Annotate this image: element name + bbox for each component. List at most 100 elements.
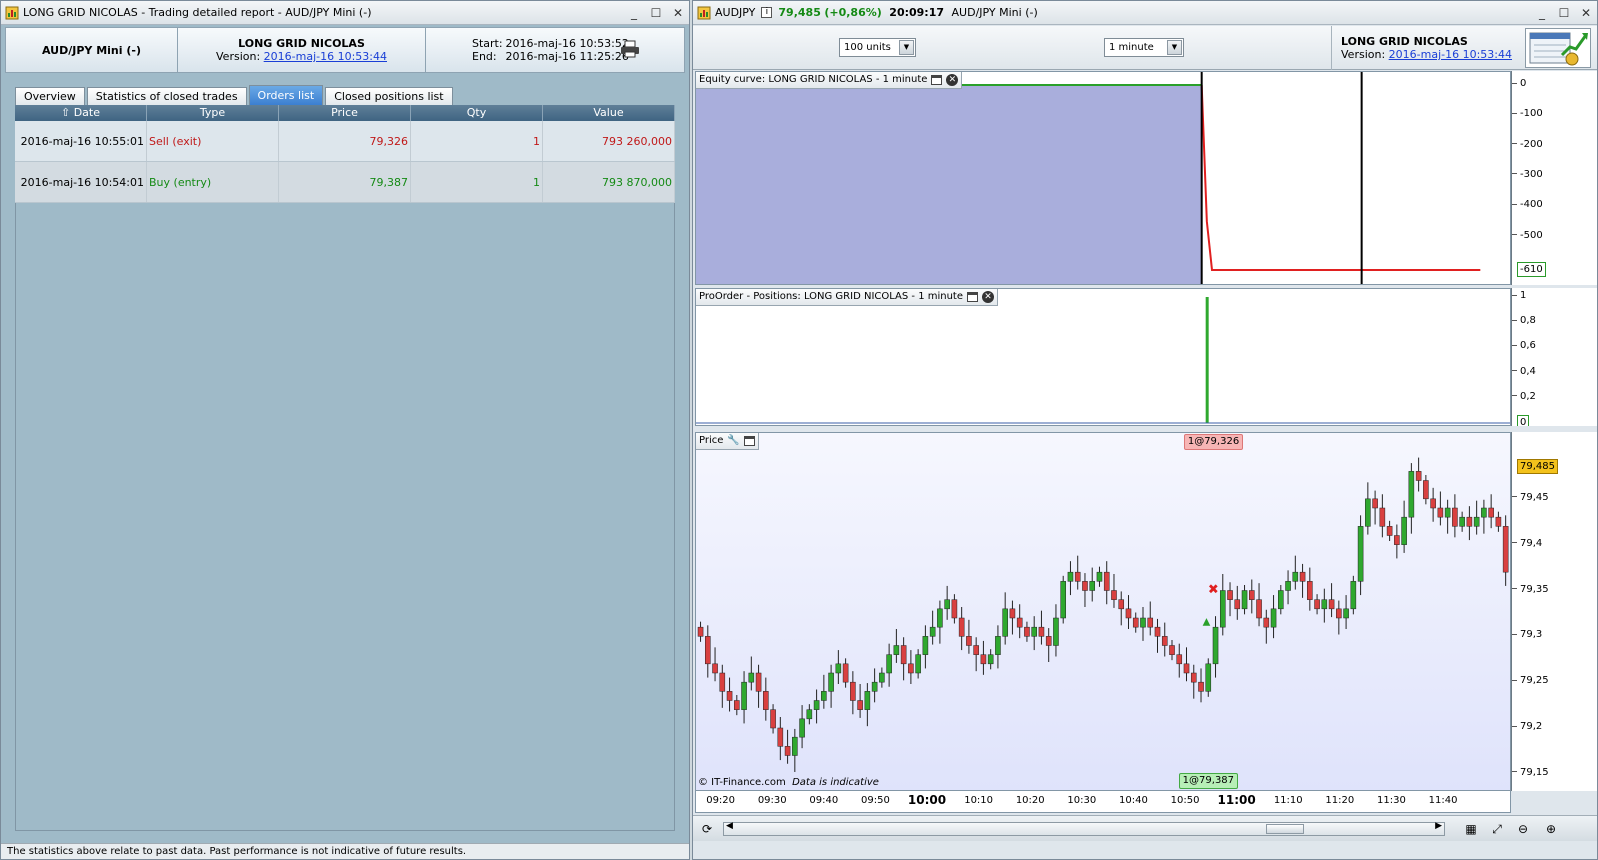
equity-y-tick: -500 (1512, 230, 1543, 241)
scroll-right-icon[interactable]: ▶ (1435, 821, 1442, 831)
tab-statistics-closed-trades[interactable]: Statistics of closed trades (86, 87, 247, 105)
col-price[interactable]: Price (279, 105, 411, 121)
candle (937, 608, 943, 628)
close-icon[interactable]: ✕ (671, 6, 685, 20)
print-icon[interactable] (620, 40, 640, 61)
table-row[interactable]: 2016-maj-16 10:55:01 Sell (exit) 79,326 … (15, 121, 675, 162)
chevron-down-icon: ▼ (1167, 40, 1182, 55)
candle (734, 700, 740, 710)
trading-system-icon[interactable] (1525, 28, 1591, 68)
period-cell: Start: 2016-maj-16 10:53:52 End: 2016-ma… (426, 28, 684, 72)
tab-closed-positions-list[interactable]: Closed positions list (325, 87, 453, 105)
candle (1285, 581, 1291, 591)
candle (922, 636, 929, 655)
wrench-icon[interactable]: 🔧 (727, 433, 739, 449)
candle (879, 672, 885, 683)
candle (1502, 526, 1509, 573)
candle (944, 599, 950, 610)
zoom-out-icon[interactable]: ⊖ (1515, 821, 1531, 837)
orders-table: ⇧ Date Type Price Qty Value 2016-maj-16 … (15, 105, 675, 203)
candle (828, 672, 834, 692)
maximize-icon[interactable]: ☐ (649, 6, 663, 20)
price-chart-title: Price (699, 435, 724, 446)
candle (755, 672, 762, 692)
chart-version-link[interactable]: 2016-maj-16 10:53:44 (1389, 48, 1512, 61)
candle (1132, 617, 1139, 628)
positions-y-axis: 1 0,8 0,6 0,4 0,2 0 (1511, 288, 1597, 426)
candle (908, 663, 914, 674)
candle (1415, 471, 1422, 481)
scroll-thumb[interactable] (1266, 824, 1304, 834)
candle (1045, 636, 1052, 646)
chart-settings-icon[interactable]: ▦ (1463, 821, 1479, 837)
candle (1016, 617, 1023, 628)
price-pane[interactable]: Price 🔧 ✖ ▲ © IT-Finance.com Data is indi… (695, 432, 1511, 791)
buy-marker-icon: ▲ (1203, 616, 1211, 627)
positions-pane[interactable]: ProOrder - Positions: LONG GRID NICOLAS … (695, 288, 1511, 426)
time-tick: 11:00 (1217, 793, 1256, 807)
equity-y-tick: -400 (1512, 199, 1543, 210)
candle (1212, 626, 1219, 665)
candle (1125, 608, 1132, 619)
scroll-track[interactable]: ◀ ▶ (723, 821, 1445, 836)
positions-chart-title: ProOrder - Positions: LONG GRID NICOLAS … (699, 291, 964, 302)
equity-y-tick: -200 (1512, 139, 1543, 150)
end-label: End: (472, 50, 497, 63)
candle (1227, 590, 1233, 600)
version-link[interactable]: 2016-maj-16 10:53:44 (264, 50, 387, 63)
candle (1466, 516, 1473, 527)
time-x-axis: 09:20 09:30 09:40 09:50 10:00 10:10 10:20 10:30… (695, 791, 1511, 813)
info-icon[interactable]: i (761, 7, 773, 18)
candle (1154, 626, 1161, 637)
time-tick: 10:30 (1067, 795, 1097, 806)
copyright-note: © IT-Finance.com Data is indicative (698, 777, 879, 788)
equity-chart-svg (696, 72, 1481, 284)
maximize-icon[interactable]: ☐ (1557, 6, 1571, 20)
cell-price: 79,326 (279, 121, 411, 161)
candle (1024, 626, 1030, 637)
chart-titlebar[interactable]: AUDJPY i 79,485 (+0,86%) 20:09:17 AUD/JP… (693, 1, 1597, 25)
candle (1241, 590, 1248, 610)
time-tick: 10:50 (1170, 795, 1200, 806)
candle (712, 663, 718, 674)
col-qty[interactable]: Qty (411, 105, 543, 121)
table-row[interactable]: 2016-maj-16 10:54:01 Buy (entry) 79,387 … (15, 162, 675, 203)
window-icon[interactable] (967, 292, 979, 302)
zoom-in-icon[interactable]: ⊕ (1543, 821, 1559, 837)
chart-system-name: LONG GRID NICOLAS (1341, 35, 1468, 48)
close-icon[interactable]: ✕ (982, 291, 995, 303)
col-date[interactable]: ⇧ Date (15, 105, 147, 121)
zoom-fit-icon[interactable]: ⤢ (1489, 821, 1505, 837)
time-tick: 09:20 (706, 795, 736, 806)
equity-y-tick: -100 (1512, 108, 1543, 119)
candle (1299, 571, 1306, 582)
orders-table-header: ⇧ Date Type Price Qty Value (15, 105, 675, 121)
instrument-cell: AUD/JPY Mini (-) (6, 28, 178, 72)
time-tick: 11:40 (1428, 795, 1458, 806)
system-cell: LONG GRID NICOLAS Version: 2016-maj-16 1… (178, 28, 426, 72)
timeframe-select[interactable]: 1 minute ▼ (1104, 38, 1184, 57)
equity-pane[interactable]: Equity curve: LONG GRID NICOLAS - 1 minu… (695, 71, 1511, 285)
tab-orders-list[interactable]: Orders list (248, 85, 324, 105)
candle (1473, 516, 1480, 527)
candle (813, 700, 820, 710)
col-type[interactable]: Type (147, 105, 279, 121)
candle (951, 599, 958, 619)
positions-y-tick: 0,8 (1512, 315, 1536, 326)
candle (1430, 498, 1436, 509)
minimize-icon[interactable]: _ (1535, 6, 1549, 20)
refresh-icon[interactable]: ⟳ (699, 821, 715, 837)
report-titlebar[interactable]: LONG GRID NICOLAS - Trading detailed rep… (1, 1, 689, 25)
col-value[interactable]: Value (543, 105, 675, 121)
scroll-left-icon[interactable]: ◀ (726, 821, 733, 831)
tab-overview[interactable]: Overview (15, 87, 85, 105)
close-icon[interactable]: ✕ (946, 74, 959, 86)
candle (1234, 599, 1241, 610)
candle (763, 691, 769, 710)
minimize-icon[interactable]: _ (627, 6, 641, 20)
window-icon[interactable] (931, 75, 943, 85)
units-select[interactable]: 100 units ▼ (839, 38, 916, 57)
candle (893, 645, 900, 655)
window-icon[interactable] (743, 436, 755, 446)
close-icon[interactable]: ✕ (1579, 6, 1593, 20)
